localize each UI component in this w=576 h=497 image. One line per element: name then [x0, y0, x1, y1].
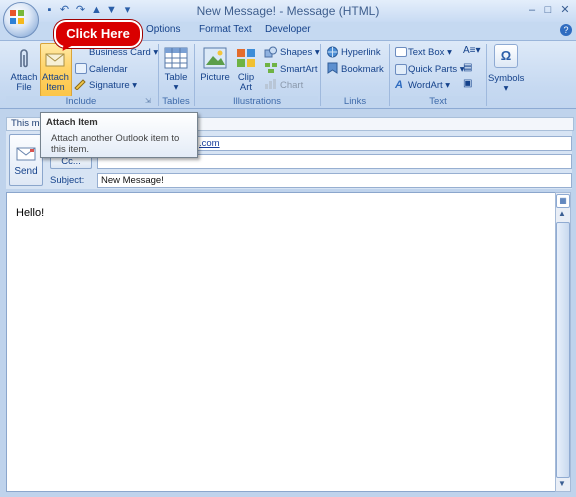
picture-button[interactable]: Picture — [199, 73, 231, 83]
group-separator — [486, 44, 487, 106]
illustrations-group-label: Illustrations — [196, 96, 318, 107]
date-time-icon[interactable]: ▤ — [463, 62, 472, 73]
hyperlink-icon — [327, 46, 338, 58]
smartart-icon — [265, 63, 277, 73]
signature-icon — [74, 79, 86, 90]
maximize-button[interactable]: □ — [541, 4, 555, 16]
help-icon[interactable]: ? — [560, 24, 572, 36]
group-separator — [320, 44, 321, 106]
include-group-label: Include — [6, 96, 156, 107]
redo-icon[interactable]: ↷ — [75, 5, 86, 16]
scroll-up-arrow-icon[interactable]: ▲ — [556, 208, 568, 220]
table-button[interactable]: Table ▾ — [160, 73, 192, 93]
close-button[interactable]: ✕ — [558, 4, 572, 16]
undo-icon[interactable]: ↶ — [59, 5, 70, 16]
include-dialog-launcher-icon[interactable]: ⇲ — [145, 97, 151, 105]
shapes-icon — [264, 46, 277, 58]
group-separator — [389, 44, 390, 106]
body-text: Hello! — [16, 207, 45, 219]
office-logo-icon — [10, 10, 24, 24]
tab-format-text[interactable]: Format Text — [199, 24, 252, 38]
links-group-label: Links — [322, 96, 388, 107]
minimize-button[interactable]: – — [525, 4, 539, 16]
clip-art-icon — [237, 49, 255, 67]
object-icon[interactable]: ▣ — [463, 78, 472, 89]
symbols-button[interactable]: Symbols ▾ — [488, 74, 524, 94]
qat-customize-icon[interactable]: ▾ — [122, 5, 133, 16]
signature-button[interactable]: Signature ▾ — [89, 80, 137, 91]
down-arrow-icon[interactable]: ▼ — [106, 5, 117, 16]
wordart-button[interactable]: WordArt ▾ — [408, 80, 450, 91]
window-title: New Message! - Message (HTML) — [196, 4, 380, 18]
envelope-icon — [45, 53, 65, 67]
calendar-icon — [75, 63, 87, 74]
tab-options[interactable]: Options — [146, 24, 180, 38]
drop-cap-icon[interactable]: A≡▾ — [463, 45, 481, 56]
message-body[interactable] — [6, 192, 556, 492]
scroll-down-arrow-icon[interactable]: ▼ — [556, 478, 568, 490]
tab-developer[interactable]: Developer — [265, 24, 311, 38]
chart-button[interactable]: Chart — [280, 80, 303, 91]
hyperlink-button[interactable]: Hyperlink — [341, 47, 381, 58]
text-box-button[interactable]: Text Box ▾ — [408, 47, 452, 58]
text-group-label: Text — [391, 96, 485, 107]
wordart-icon: A — [395, 79, 403, 91]
tooltip-body: Attach another Outlook item to this item… — [51, 133, 180, 155]
ruler-toggle-icon[interactable]: ▦ — [556, 194, 570, 208]
chart-icon — [265, 79, 276, 89]
attach-file-label[interactable]: Attach File — [8, 73, 40, 93]
save-icon[interactable]: ▪ — [44, 5, 55, 16]
send-envelope-icon — [16, 147, 36, 161]
group-separator — [194, 44, 195, 106]
bookmark-icon — [327, 62, 338, 74]
business-card-button[interactable]: Business Card ▾ — [89, 47, 158, 58]
attach-item-label: Attach Item — [42, 72, 69, 93]
smartart-button[interactable]: SmartArt — [280, 64, 317, 75]
text-box-icon — [395, 47, 407, 57]
clip-art-button[interactable]: Clip Art — [232, 73, 260, 93]
picture-icon — [203, 47, 227, 69]
scroll-thumb[interactable] — [556, 222, 570, 478]
quick-parts-icon — [395, 64, 407, 75]
calendar-button[interactable]: Calendar — [89, 64, 128, 75]
quick-parts-button[interactable]: Quick Parts ▾ — [408, 64, 465, 75]
tables-group-label: Tables — [159, 96, 193, 107]
bookmark-button[interactable]: Bookmark — [341, 64, 384, 75]
subject-label: Subject: — [50, 175, 85, 186]
tooltip-title: Attach Item — [46, 117, 98, 128]
attach-item-tooltip: Attach Item Attach another Outlook item … — [40, 112, 198, 158]
up-arrow-icon[interactable]: ▲ — [91, 5, 102, 16]
symbol-omega-icon: Ω — [494, 44, 518, 68]
shapes-button[interactable]: Shapes ▾ — [280, 47, 320, 58]
send-button[interactable]: Send — [9, 134, 43, 186]
subject-field[interactable]: New Message! — [97, 173, 572, 188]
paperclip-icon — [20, 49, 28, 68]
table-icon — [164, 47, 188, 69]
